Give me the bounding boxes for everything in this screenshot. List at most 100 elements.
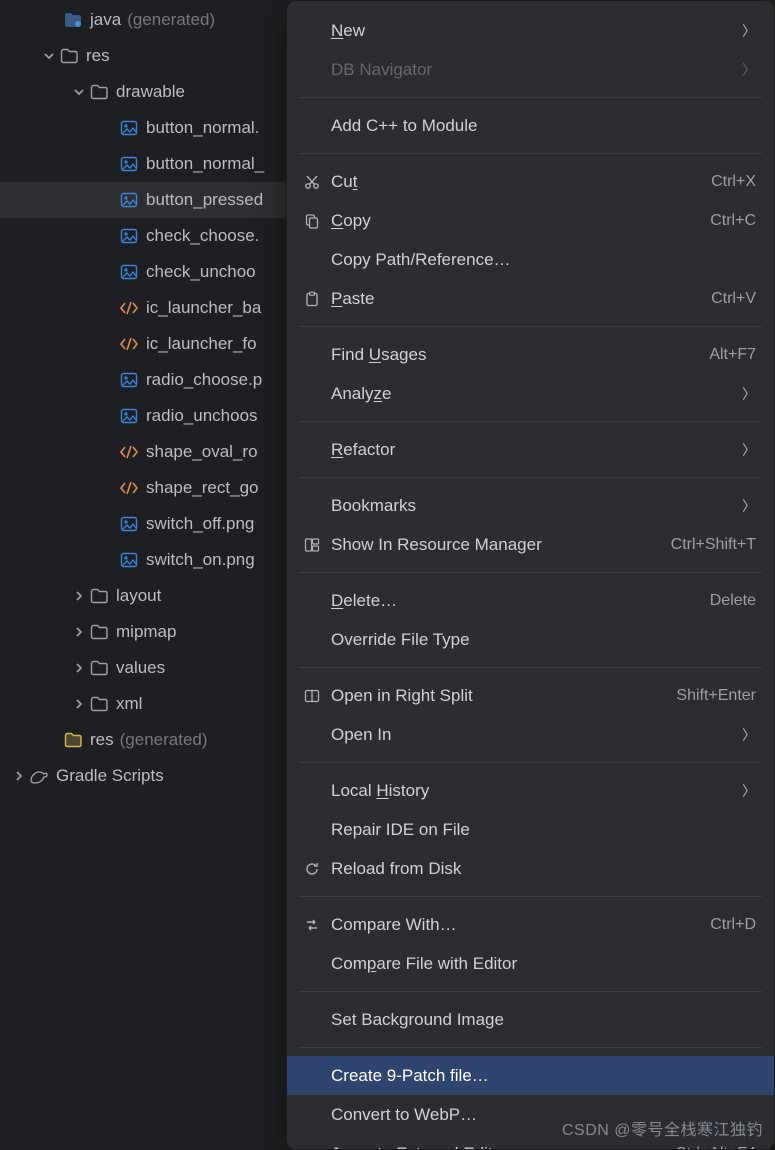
image-icon [118, 516, 140, 532]
menu-shortcut: Ctrl+Alt+F4 [675, 1145, 756, 1150]
tree-label: check_unchoo [146, 262, 256, 282]
folder-icon [88, 696, 110, 712]
menu-compare-with[interactable]: Compare With… Ctrl+D [287, 905, 774, 944]
menu-shortcut: Ctrl+D [710, 916, 756, 934]
image-icon [118, 264, 140, 280]
tree-label: switch_on.png [146, 550, 255, 570]
xml-icon [118, 301, 140, 315]
image-icon [118, 552, 140, 568]
menu-separator [299, 153, 762, 154]
menu-compare-file-editor[interactable]: Compare File with Editor [287, 944, 774, 983]
chevron-right-icon: 〉 [742, 384, 756, 404]
chevron-down-icon [70, 86, 88, 98]
menu-separator [299, 97, 762, 98]
chevron-right-icon [70, 698, 88, 710]
menu-refactor[interactable]: Refactor 〉 [287, 430, 774, 469]
folder-icon [62, 732, 84, 748]
tree-hint: (generated) [120, 730, 208, 750]
tree-label: values [116, 658, 165, 678]
menu-shortcut: Alt+F7 [709, 346, 756, 364]
menu-show-resource-manager[interactable]: Show In Resource Manager Ctrl+Shift+T [287, 525, 774, 564]
menu-separator [299, 991, 762, 992]
chevron-right-icon: 〉 [742, 440, 756, 460]
menu-reload-disk[interactable]: Reload from Disk [287, 849, 774, 888]
menu-cut[interactable]: Cut Ctrl+X [287, 162, 774, 201]
gradle-icon [28, 768, 50, 784]
chevron-right-icon: 〉 [742, 60, 756, 80]
watermark: CSDN @零号全栈寒江独钓 [562, 1116, 763, 1140]
menu-open-in[interactable]: Open In 〉 [287, 715, 774, 754]
paste-icon [301, 291, 323, 307]
tree-label: radio_unchoos [146, 406, 258, 426]
tree-label: button_normal. [146, 118, 259, 138]
menu-separator [299, 1047, 762, 1048]
image-icon [118, 120, 140, 136]
folder-icon [88, 624, 110, 640]
menu-bookmarks[interactable]: Bookmarks 〉 [287, 486, 774, 525]
tree-label: ic_launcher_fo [146, 334, 257, 354]
chevron-right-icon [70, 590, 88, 602]
menu-separator [299, 896, 762, 897]
menu-open-right-split[interactable]: Open in Right Split Shift+Enter [287, 676, 774, 715]
tree-label: ic_launcher_ba [146, 298, 261, 318]
menu-separator [299, 572, 762, 573]
menu-delete[interactable]: Delete… Delete [287, 581, 774, 620]
menu-analyze[interactable]: Analyze 〉 [287, 374, 774, 413]
menu-copy[interactable]: Copy Ctrl+C [287, 201, 774, 240]
menu-set-background[interactable]: Set Background Image [287, 1000, 774, 1039]
tree-hint: (generated) [127, 10, 215, 30]
menu-find-usages[interactable]: Find Usages Alt+F7 [287, 335, 774, 374]
menu-separator [299, 421, 762, 422]
split-right-icon [301, 688, 323, 704]
menu-separator [299, 326, 762, 327]
image-icon [118, 156, 140, 172]
chevron-right-icon: 〉 [742, 781, 756, 801]
tree-label: Gradle Scripts [56, 766, 164, 786]
tree-label: check_choose. [146, 226, 259, 246]
tree-label: java [90, 10, 121, 30]
tree-label: button_normal_ [146, 154, 264, 174]
tree-label: xml [116, 694, 142, 714]
tree-label: radio_choose.p [146, 370, 262, 390]
context-menu: New 〉 DB Navigator 〉 Add C++ to Module C… [286, 0, 775, 1150]
menu-shortcut: Ctrl+Shift+T [671, 536, 756, 554]
chevron-right-icon: 〉 [742, 496, 756, 516]
tree-label: drawable [116, 82, 185, 102]
tree-label: shape_rect_go [146, 478, 258, 498]
menu-separator [299, 477, 762, 478]
tree-label: button_pressed [146, 190, 263, 210]
tree-label: switch_off.png [146, 514, 254, 534]
image-icon [118, 408, 140, 424]
menu-add-cpp[interactable]: Add C++ to Module [287, 106, 774, 145]
chevron-right-icon [70, 662, 88, 674]
menu-paste[interactable]: Paste Ctrl+V [287, 279, 774, 318]
reload-icon [301, 861, 323, 877]
menu-separator [299, 762, 762, 763]
resource-manager-icon [301, 537, 323, 553]
menu-repair-ide[interactable]: Repair IDE on File [287, 810, 774, 849]
menu-shortcut: Shift+Enter [676, 687, 756, 705]
menu-new[interactable]: New 〉 [287, 11, 774, 50]
compare-icon [301, 917, 323, 933]
tree-label: layout [116, 586, 161, 606]
copy-icon [301, 213, 323, 229]
tree-label: res [86, 46, 110, 66]
menu-shortcut: Ctrl+X [711, 173, 756, 191]
menu-shortcut: Ctrl+C [710, 212, 756, 230]
chevron-right-icon [70, 626, 88, 638]
tree-label: shape_oval_ro [146, 442, 258, 462]
folder-icon [62, 12, 84, 28]
xml-icon [118, 445, 140, 459]
menu-db-navigator: DB Navigator 〉 [287, 50, 774, 89]
menu-create-9patch[interactable]: Create 9-Patch file… [287, 1056, 774, 1095]
tree-label: res [90, 730, 114, 750]
chevron-right-icon [10, 770, 28, 782]
menu-copy-path[interactable]: Copy Path/Reference… [287, 240, 774, 279]
image-icon [118, 192, 140, 208]
image-icon [118, 228, 140, 244]
tree-label: mipmap [116, 622, 176, 642]
menu-override-file-type[interactable]: Override File Type [287, 620, 774, 659]
menu-local-history[interactable]: Local History 〉 [287, 771, 774, 810]
xml-icon [118, 481, 140, 495]
cut-icon [301, 174, 323, 190]
